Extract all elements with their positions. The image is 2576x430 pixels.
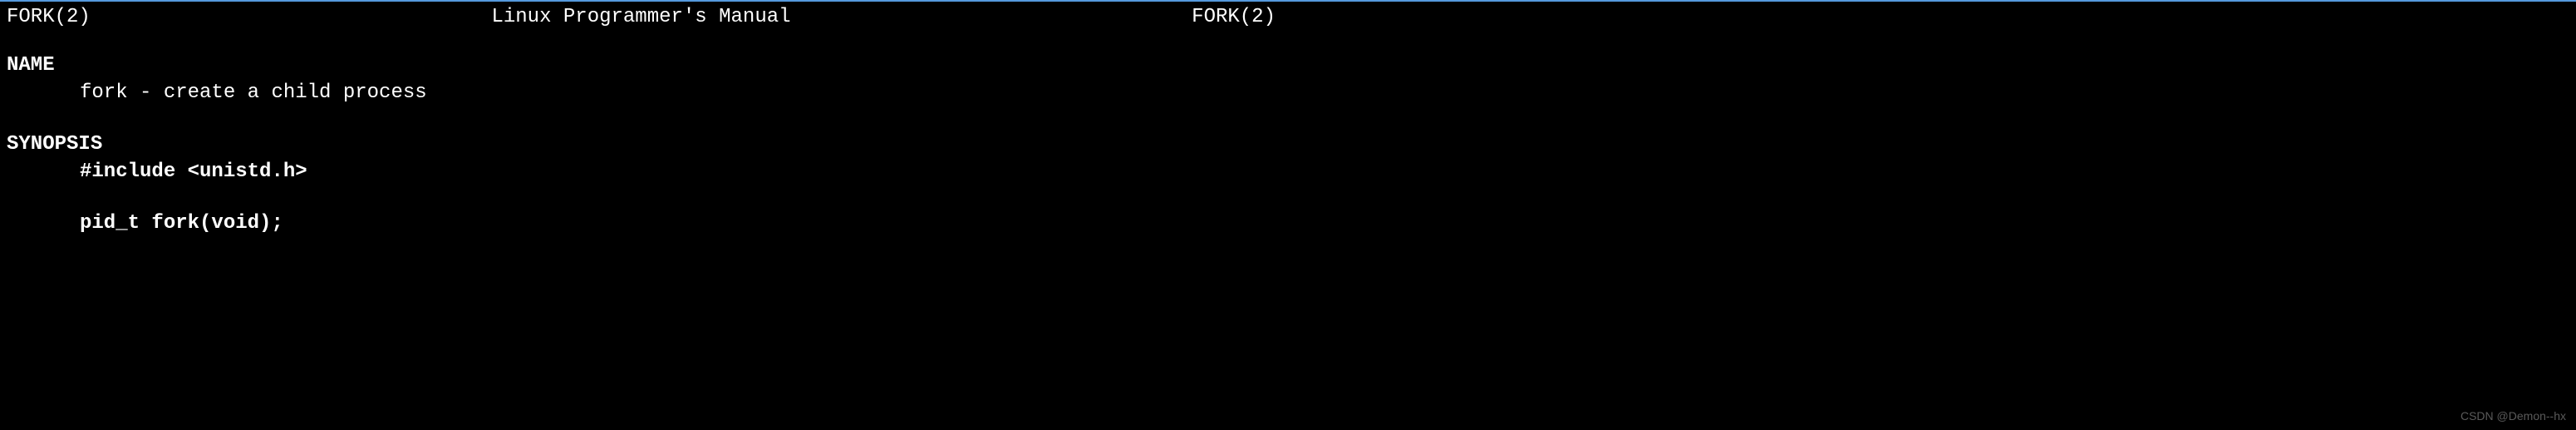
section-name-body: fork - create a child process	[7, 79, 2569, 107]
section-synopsis-heading: SYNOPSIS	[7, 131, 2569, 159]
header-left-title: FORK(2)	[7, 3, 91, 32]
manpage-header: FORK(2) Linux Programmer's Manual FORK(2…	[0, 2, 1282, 32]
synopsis-include: #include <unistd.h>	[7, 158, 2569, 186]
section-name-heading: NAME	[7, 52, 2569, 80]
header-center-title: Linux Programmer's Manual	[491, 3, 790, 32]
manpage-content: NAME fork - create a child process SYNOP…	[0, 52, 2576, 238]
watermark: CSDN @Demon--hx	[2460, 408, 2566, 425]
synopsis-declaration: pid_t fork(void);	[7, 210, 2569, 238]
spacer	[7, 186, 2569, 210]
header-right-title: FORK(2)	[1192, 3, 1276, 32]
